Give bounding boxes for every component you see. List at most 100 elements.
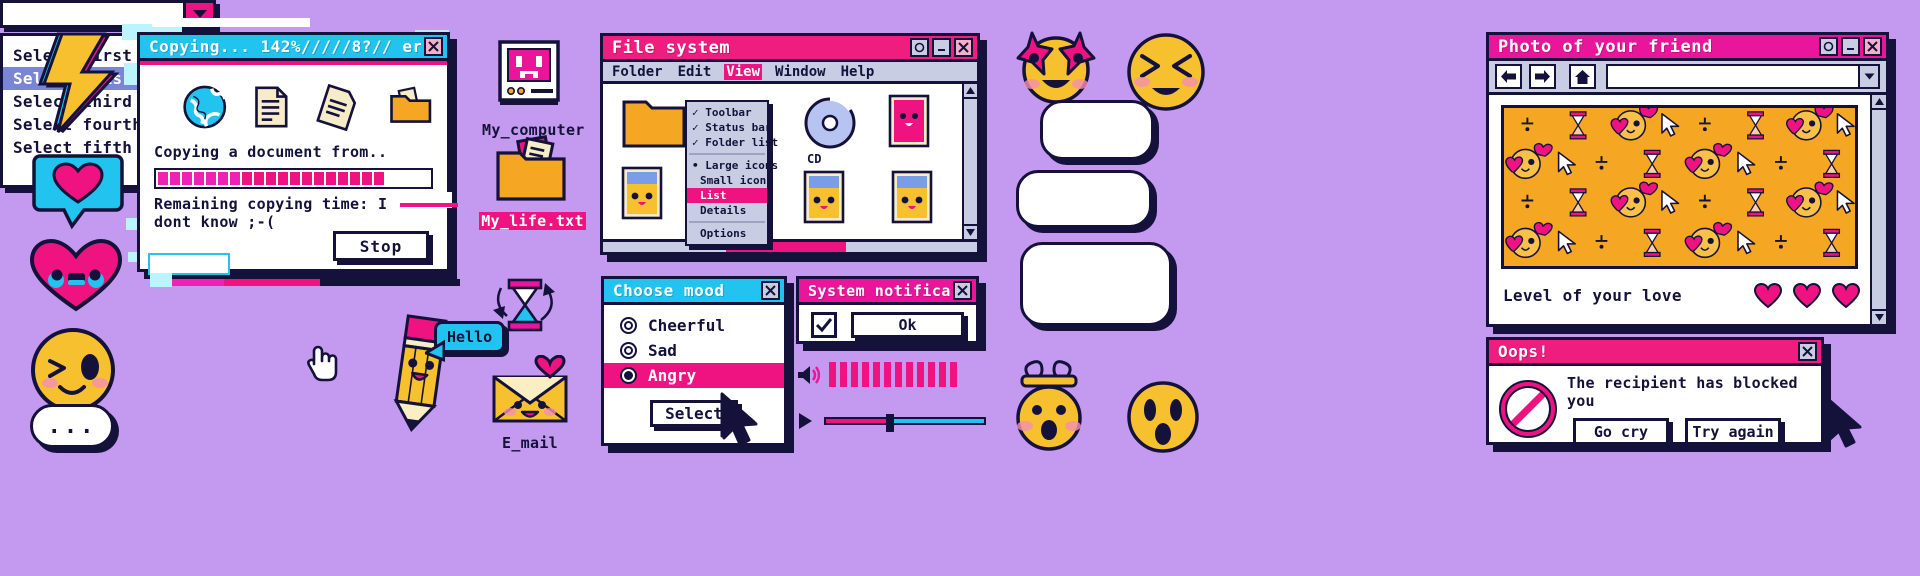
my-life-txt-label: My_life.txt (479, 212, 586, 230)
oops-content: The recipient has blocked you Go cry Try… (1567, 372, 1809, 445)
slider-knob[interactable] (886, 414, 895, 432)
heart-icon (1832, 283, 1860, 308)
menu-window[interactable]: Window (773, 64, 828, 80)
file-system-titlebar[interactable]: File system (603, 36, 977, 62)
my-life-txt-icon[interactable]: My_life.txt (479, 135, 586, 230)
copy-progress-bar (154, 168, 433, 189)
close-button[interactable] (954, 38, 973, 57)
oops-window[interactable]: Oops! The recipient has blocked you Go c… (1486, 337, 1824, 445)
file-system-menubar[interactable]: Folder Edit View Window Help (603, 62, 977, 84)
radio-icon-selected[interactable] (620, 367, 637, 384)
copying-window[interactable]: Copying... 142%/////8?// error (137, 32, 450, 272)
choose-mood-titlebar[interactable]: Choose mood (604, 279, 784, 305)
view-item-toolbar[interactable]: ✓ Toolbar (687, 105, 767, 120)
view-item-folderlist[interactable]: ✓ Folder list (687, 135, 778, 150)
close-icon[interactable] (424, 37, 443, 56)
copying-title: Copying... 142%/////8?// error (149, 37, 421, 56)
go-cry-button[interactable]: Go cry (1573, 418, 1669, 445)
radio-icon[interactable] (620, 342, 637, 359)
email-icon[interactable]: E_mail (482, 354, 578, 452)
mood-option-angry[interactable]: Angry (604, 363, 784, 388)
star-eyes-face-icon (1016, 31, 1096, 104)
file-system-scrollbar[interactable] (962, 84, 977, 239)
system-notification-window[interactable]: System notification Ok (796, 276, 979, 344)
ok-button[interactable]: Ok (851, 312, 964, 338)
speech-bubble-blank (1020, 242, 1172, 326)
view-item-label: List (700, 189, 727, 202)
arrow-left-icon[interactable] (1495, 64, 1522, 89)
arrow-right-icon[interactable] (1529, 64, 1556, 89)
view-item-list[interactable]: List (687, 188, 767, 203)
arrow-cursor (720, 392, 758, 446)
photo-toolbar[interactable] (1489, 61, 1886, 95)
view-item-statusbar[interactable]: ✓ Status bar (687, 120, 771, 135)
minimize-button[interactable] (1841, 37, 1860, 56)
kawaii-pink-thumb[interactable] (888, 94, 930, 148)
photo-window[interactable]: Photo of your friend Level of your love (1486, 32, 1889, 327)
copying-titlebar[interactable]: Copying... 142%/////8?// error (140, 35, 447, 61)
chevron-down-icon[interactable] (1858, 66, 1878, 87)
folder-documents-icon (389, 86, 431, 123)
view-item-options[interactable]: Options (687, 226, 767, 241)
photo-scrollbar[interactable] (1870, 95, 1886, 324)
photo-titlebar[interactable]: Photo of your friend (1489, 35, 1886, 61)
kawaii-face-thumb[interactable] (621, 166, 663, 220)
arrow-cursor (1827, 398, 1862, 448)
document-icon (255, 86, 288, 128)
try-again-button[interactable]: Try again (1685, 418, 1781, 445)
file-system-window[interactable]: File system Folder Edit View Window Help (600, 33, 980, 255)
system-notification-titlebar[interactable]: System notification (799, 279, 976, 305)
view-item-large-icons[interactable]: • Large icons (687, 158, 778, 173)
winking-face-icon (31, 328, 115, 412)
close-button[interactable] (1863, 37, 1882, 56)
home-icon[interactable] (1569, 64, 1596, 89)
glitch-bar (400, 203, 458, 207)
view-item-details[interactable]: Details (687, 203, 767, 218)
close-button[interactable] (761, 281, 780, 300)
kawaii-face-thumb[interactable] (803, 170, 845, 224)
cd-icon[interactable] (803, 96, 857, 150)
close-button[interactable] (953, 281, 972, 300)
file-system-content: CD ✓ Toolbar ✓ Status bar ✓ Folder list … (603, 84, 977, 246)
slider-track[interactable] (824, 414, 986, 432)
scroll-down-icon[interactable] (964, 224, 977, 239)
menu-folder[interactable]: Folder (610, 64, 665, 80)
mood-option-cheerful[interactable]: Cheerful (604, 313, 784, 338)
kawaii-pattern (1504, 108, 1855, 266)
menu-help[interactable]: Help (839, 64, 877, 80)
speaker-icon[interactable] (796, 363, 820, 387)
oops-button-row: Go cry Try again (1567, 418, 1809, 445)
close-button[interactable] (1798, 342, 1817, 361)
scroll-up-icon[interactable] (964, 84, 977, 99)
volume-slider[interactable] (796, 412, 986, 432)
play-icon[interactable] (796, 412, 814, 430)
oops-titlebar[interactable]: Oops! (1489, 340, 1821, 366)
minimize-button[interactable] (932, 38, 951, 57)
view-item-small-icons[interactable]: Small icons (687, 173, 773, 188)
menu-edit[interactable]: Edit (676, 64, 714, 80)
kawaii-face-thumb[interactable] (891, 170, 933, 224)
heart-icon (1793, 283, 1821, 308)
address-bar[interactable] (1606, 64, 1880, 89)
view-dropdown-menu[interactable]: ✓ Toolbar ✓ Status bar ✓ Folder list • L… (685, 100, 778, 246)
stop-button[interactable]: Stop (333, 231, 429, 261)
radio-icon[interactable] (620, 317, 637, 334)
help-button[interactable] (1819, 37, 1838, 56)
mood-option-sad[interactable]: Sad (604, 338, 784, 363)
scroll-up-icon[interactable] (1872, 95, 1886, 110)
confirm-checkbox[interactable] (811, 312, 837, 338)
folder-icon[interactable] (621, 96, 687, 150)
envelope-heart-icon (492, 354, 568, 423)
scroll-down-icon[interactable] (1872, 309, 1886, 324)
heart-icon (1754, 283, 1782, 308)
file-system-title: File system (612, 37, 731, 58)
email-label: E_mail (502, 434, 558, 452)
menu-view[interactable]: View (724, 63, 763, 80)
equalizer-row (796, 362, 957, 387)
glitch-bar (320, 279, 460, 286)
help-button[interactable] (910, 38, 929, 57)
file-system-icon-area: CD ✓ Toolbar ✓ Status bar ✓ Folder list … (603, 84, 962, 246)
my-computer-icon[interactable]: My_computer (482, 38, 584, 139)
folder-files-icon (496, 135, 566, 201)
view-item-label: Small icons (700, 174, 773, 187)
